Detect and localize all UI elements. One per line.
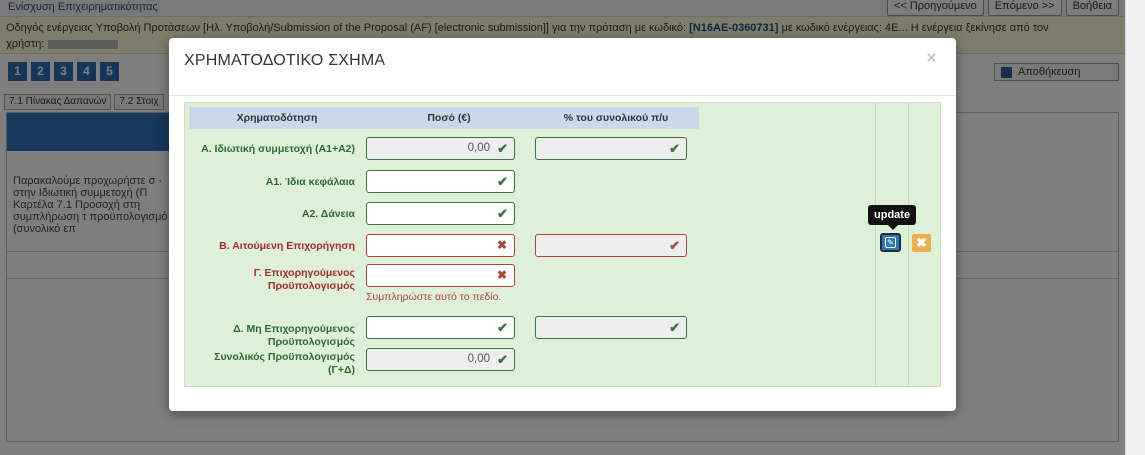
amount-value: 0,00 (467, 353, 490, 365)
percent-field-private[interactable]: ✔ (535, 137, 687, 160)
row-label-loans: Α2. Δάνεια (301, 208, 355, 220)
amount-field-loans[interactable]: ✔ (366, 202, 515, 225)
check-icon: ✔ (669, 238, 680, 253)
edit-icon: ✎ (885, 237, 896, 248)
modal-title: ΧΡΗΜΑΤΟΔΟΤΙΚΟ ΣΧΗΜΑ (184, 52, 386, 69)
header-amount: Ποσό (€) (365, 107, 533, 129)
amount-field-own-funds[interactable]: ✔ (366, 170, 515, 193)
check-icon: ✔ (497, 206, 508, 221)
row-label-total-budget: Συνολικός Προϋπολογισμός (Γ+Δ) (214, 351, 355, 376)
column-divider (908, 103, 909, 386)
close-icon[interactable]: × (926, 48, 937, 70)
cancel-icon: ✖ (916, 235, 927, 250)
row-label-non-subsidized-budget: Δ. Μη Επιχορηγούμενος Προϋπολογισμός (233, 323, 355, 348)
amount-field-non-subsidized-budget[interactable]: ✔ (366, 316, 515, 339)
amount-field-subsidized-budget[interactable]: ✖ (366, 264, 515, 287)
row-label-requested-grant: Β. Αιτούμενη Επιχορήγηση (219, 240, 355, 252)
check-icon: ✔ (497, 352, 508, 367)
cross-icon: ✖ (496, 268, 507, 282)
validation-message: Συμπληρώστε αυτό το πεδίο. (366, 291, 502, 303)
update-button[interactable]: ✎ (880, 233, 901, 252)
check-icon: ✔ (669, 320, 680, 335)
check-icon: ✔ (497, 141, 508, 156)
header-financing: Χρηματοδότηση (189, 107, 365, 129)
amount-field-requested-grant[interactable]: ✖ (366, 234, 515, 257)
percent-field-requested-grant[interactable]: ✔ (535, 234, 687, 257)
header-percent: % του συνολικού π/υ (533, 107, 699, 129)
row-label-own-funds: Α1. Ίδια κεφάλαια (265, 176, 355, 188)
check-icon: ✔ (669, 141, 680, 156)
percent-field-non-subsidized-budget[interactable]: ✔ (535, 316, 687, 339)
row-label-private: Α. Ιδιωτική συμμετοχή (Α1+Α2) (201, 143, 355, 155)
column-divider (875, 103, 876, 386)
update-tooltip: update (868, 205, 917, 230)
divider (169, 95, 956, 96)
amount-field-private[interactable]: 0,00 ✔ (366, 137, 515, 160)
check-icon: ✔ (497, 174, 508, 189)
amount-value: 0,00 (467, 142, 490, 154)
cancel-button[interactable]: ✖ (912, 234, 931, 252)
financing-modal: ΧΡΗΜΑΤΟΔΟΤΙΚΟ ΣΧΗΜΑ × Χρηματοδότηση Ποσό… (169, 38, 956, 411)
amount-field-total-budget[interactable]: 0,00 ✔ (366, 348, 515, 371)
check-icon: ✔ (497, 320, 508, 335)
financing-table: Χρηματοδότηση Ποσό (€) % του συνολικού π… (184, 102, 941, 387)
scrollbar[interactable] (1125, 0, 1145, 455)
cross-icon: ✖ (496, 238, 507, 252)
row-label-subsidized-budget: Γ. Επιχορηγούμενος Προϋπολογισμός (253, 267, 355, 292)
